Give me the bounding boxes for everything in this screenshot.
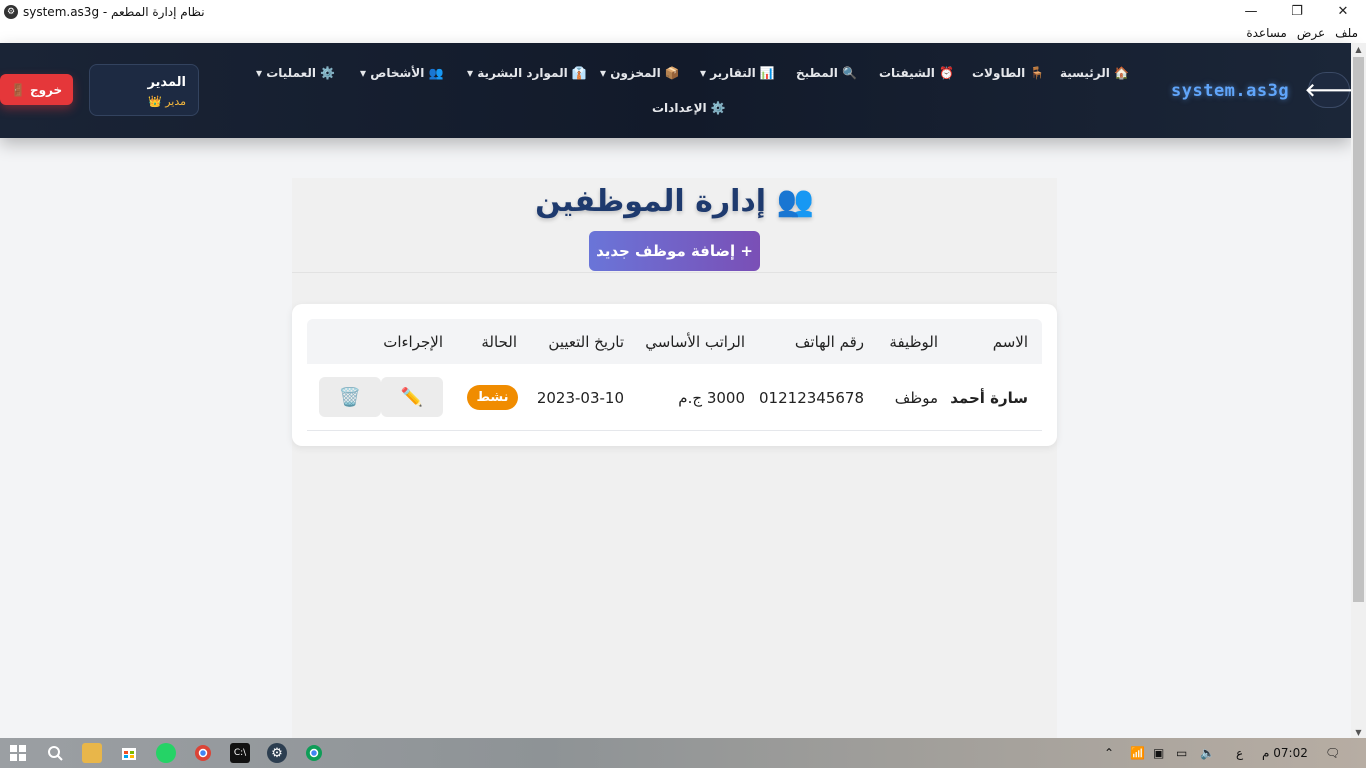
cell-phone: 01212345678 [759, 389, 864, 407]
file-explorer-icon[interactable] [82, 743, 102, 763]
nav-kitchen[interactable]: 🔍 المطبخ [796, 66, 857, 80]
restore-button[interactable]: ❐ [1274, 0, 1320, 23]
logout-button[interactable]: 🚪 خروج [0, 74, 73, 105]
language-indicator[interactable]: ع [1236, 738, 1243, 768]
close-button[interactable]: ✕ [1320, 0, 1366, 23]
pencil-icon: ✏️ [400, 386, 424, 408]
nav-tables[interactable]: 🪑 الطاولات [972, 66, 1044, 80]
scroll-up-icon[interactable]: ▲ [1351, 43, 1366, 55]
volume-icon[interactable]: 🔈 [1200, 738, 1215, 768]
scroll-thumb[interactable] [1353, 57, 1364, 602]
notifications-icon[interactable]: 🗨 [1325, 738, 1340, 768]
nav-shifts[interactable]: ⏰ الشيفتات [879, 66, 954, 80]
nav-hr[interactable]: 👔 الموارد البشرية ▾ [467, 66, 587, 80]
window-controls: — ❐ ✕ [1228, 0, 1366, 23]
nav-home[interactable]: 🏠 الرئيسية [1060, 66, 1129, 80]
terminal-icon[interactable]: C:\ [230, 743, 250, 763]
app-icon: ⚙ [4, 4, 18, 19]
page-header: 👥 إدارة الموظفين + إضافة موظف جديد [292, 178, 1057, 273]
cell-hire-date: 2023-03-10 [536, 389, 624, 407]
show-hidden-icons[interactable]: ⌃ [1104, 738, 1114, 768]
page-scrollbar[interactable]: ▲ ▼ [1351, 43, 1366, 738]
store-icon[interactable] [119, 743, 139, 763]
window-title: system.as3g - نظام إدارة المطعم [23, 4, 205, 19]
window-titlebar: ⚙ system.as3g - نظام إدارة المطعم — ❐ ✕ [0, 0, 1366, 23]
scroll-down-icon[interactable]: ▼ [1351, 726, 1366, 738]
user-role: 👑 مدير [148, 95, 186, 108]
edit-button[interactable]: ✏️ [381, 377, 443, 417]
clock[interactable]: 07:02 م [1262, 738, 1308, 768]
user-name: المدير [147, 75, 186, 90]
col-job: الوظيفة [889, 333, 938, 351]
app-header: 🡐 system.as3g 🏠 الرئيسية 🪑 الطاولات ⏰ ال… [0, 43, 1353, 138]
device-icon[interactable]: ▣ [1153, 738, 1164, 768]
minimize-button[interactable]: — [1228, 0, 1274, 23]
app-taskbar-icon[interactable]: ⚙ [267, 743, 287, 763]
nav-reports[interactable]: 📊 التقارير ▾ [700, 66, 775, 80]
menu-help[interactable]: مساعدة [1244, 26, 1289, 40]
add-employee-button[interactable]: + إضافة موظف جديد [589, 231, 760, 271]
delete-button[interactable]: 🗑️ [319, 377, 381, 417]
trash-icon: 🗑️ [338, 386, 362, 408]
main-nav: 🏠 الرئيسية 🪑 الطاولات ⏰ الشيفتات 🔍 المطب… [0, 43, 1351, 138]
table-header: الاسم الوظيفة رقم الهاتف الراتب الأساسي … [307, 319, 1042, 364]
col-hire-date: تاريخ التعيين [548, 333, 624, 351]
nav-settings[interactable]: ⚙️ الإعدادات [652, 101, 726, 115]
col-salary: الراتب الأساسي [645, 333, 745, 351]
employees-table: الاسم الوظيفة رقم الهاتف الراتب الأساسي … [292, 304, 1057, 446]
battery-icon[interactable]: ▭ [1176, 738, 1187, 768]
cell-job: موظف [894, 389, 938, 407]
col-actions: الإجراءات [383, 333, 443, 351]
page-title: 👥 إدارة الموظفين [535, 184, 814, 219]
chrome-icon[interactable] [193, 743, 213, 763]
nav-people[interactable]: 👥 الأشخاص ▾ [360, 66, 443, 80]
cell-salary: 3000 ج.م [678, 389, 745, 407]
cell-name: سارة أحمد [950, 389, 1028, 407]
user-info: المدير 👑 مدير [89, 64, 199, 116]
nav-inventory[interactable]: 📦 المخزون ▾ [600, 66, 680, 80]
taskbar: C:\ ⚙ ⌃ 📶 ▣ ▭ 🔈 ع 07:02 م 🗨 [0, 738, 1366, 768]
network-icon[interactable]: 📶 [1130, 738, 1145, 768]
menu-bar: ملف عرض مساعدة [0, 23, 1366, 43]
nav-operations[interactable]: ⚙️ العمليات ▾ [256, 66, 335, 80]
menu-view[interactable]: عرض [1295, 26, 1327, 40]
status-badge: نشط [467, 385, 518, 410]
whatsapp-icon[interactable] [156, 743, 176, 763]
main-content: 👥 إدارة الموظفين + إضافة موظف جديد الاسم… [292, 178, 1057, 738]
table-row: سارة أحمد موظف 01212345678 3000 ج.م 2023… [307, 364, 1042, 431]
col-status: الحالة [481, 333, 517, 351]
menu-file[interactable]: ملف [1333, 26, 1360, 40]
col-name: الاسم [992, 333, 1028, 351]
chrome-profile-icon[interactable] [304, 743, 324, 763]
col-phone: رقم الهاتف [794, 333, 864, 351]
search-icon[interactable] [45, 743, 65, 763]
windows-start-icon[interactable] [8, 743, 28, 763]
